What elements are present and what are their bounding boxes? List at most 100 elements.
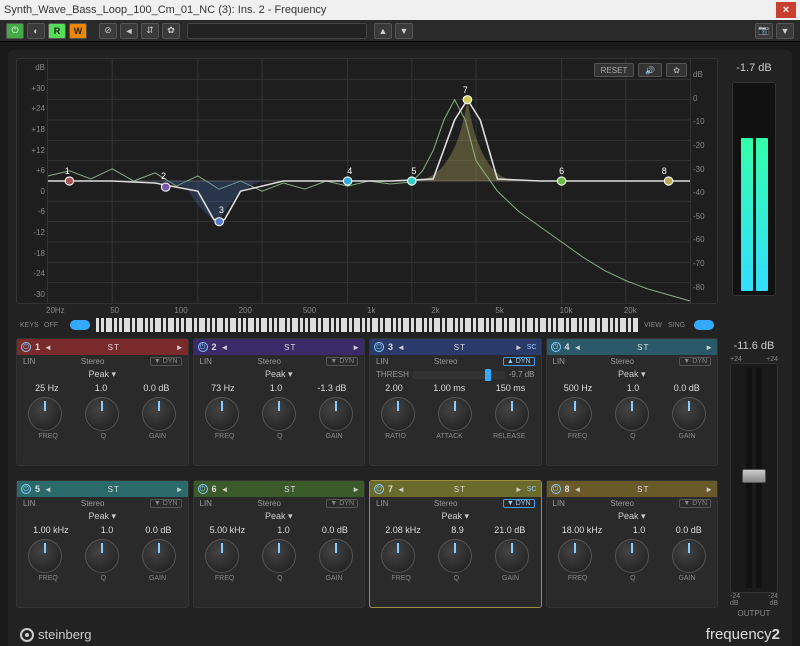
band-7-power[interactable]: ⏻ bbox=[374, 484, 384, 494]
band-3-attack-knob[interactable] bbox=[438, 397, 472, 431]
node-1-label: 1 bbox=[65, 166, 70, 176]
band-8: ⏻8◄ST► LINStereo▼ DYN Peak ▾ 18.00 kHz1.… bbox=[546, 480, 719, 608]
reset-button[interactable]: RESET bbox=[594, 63, 635, 77]
band-6-q-knob[interactable] bbox=[262, 539, 296, 573]
band-3-dyn[interactable]: ▲ DYN bbox=[503, 357, 535, 366]
load-preset-button[interactable]: ⇵ bbox=[141, 23, 159, 39]
band-7-q-knob[interactable] bbox=[438, 539, 472, 573]
band-8-dyn[interactable]: ▼ DYN bbox=[679, 499, 711, 508]
band-1-lin[interactable]: LIN bbox=[23, 357, 35, 366]
meter-readout: -1.7 dB bbox=[736, 58, 771, 78]
preset-name-field[interactable] bbox=[187, 23, 367, 39]
gear-icon[interactable]: ✿ bbox=[666, 63, 687, 77]
band-5: ⏻5◄ST► LINStereo▼ DYN Peak ▾ 1.00 kHz1.0… bbox=[16, 480, 189, 608]
band-2: ⏻2◄ST► LINStereo▼ DYN Peak ▾ 73 Hz1.0-1.… bbox=[193, 338, 366, 466]
output-fader[interactable] bbox=[730, 363, 778, 593]
band-1-next[interactable]: ► bbox=[176, 343, 184, 352]
keys-toggle[interactable] bbox=[70, 320, 90, 330]
host-toolbar: ⏻ ◐ R W ⊘ ◄ ⇵ ✿ ▲ ▼ 📷 ▼ bbox=[0, 20, 800, 42]
band-3-thresh-slider[interactable] bbox=[413, 371, 505, 379]
keys-off-label: OFF bbox=[44, 322, 68, 329]
read-automation-button[interactable]: R bbox=[48, 23, 66, 39]
brand-logo: steinberg bbox=[20, 627, 91, 642]
view-sing-button[interactable]: SING bbox=[668, 322, 692, 329]
band-7-gain-knob[interactable] bbox=[495, 539, 529, 573]
node-6-label: 6 bbox=[559, 166, 564, 176]
band-4: ⏻4◄ST► LINStereo▼ DYN Peak ▾ 500 Hz1.00.… bbox=[546, 338, 719, 466]
band-8-q-knob[interactable] bbox=[615, 539, 649, 573]
output-label: OUTPUT bbox=[738, 609, 771, 618]
band-4-q-knob[interactable] bbox=[615, 397, 649, 431]
band-7-dyn[interactable]: ▼ DYN bbox=[503, 499, 535, 508]
band-2-freq-knob[interactable] bbox=[205, 397, 239, 431]
write-automation-button[interactable]: W bbox=[69, 23, 87, 39]
band-8-gain-knob[interactable] bbox=[672, 539, 706, 573]
node-4-label: 4 bbox=[347, 166, 352, 176]
close-icon[interactable]: × bbox=[776, 2, 796, 18]
band-4-power[interactable]: ⏻ bbox=[551, 342, 561, 352]
band-5-q-knob[interactable] bbox=[85, 539, 119, 573]
output-section: -11.6 dB +24+24 -24-24 dBdB OUTPUT bbox=[724, 336, 784, 618]
options-dropdown-button[interactable]: ▼ bbox=[776, 23, 794, 39]
y-axis-right: dB 0-10-20 -30-40-50 -60-70-80 bbox=[691, 59, 717, 303]
band-5-dyn[interactable]: ▼ DYN bbox=[150, 499, 182, 508]
band-4-freq-knob[interactable] bbox=[558, 397, 592, 431]
band-1-power[interactable]: ⏻ bbox=[21, 342, 31, 352]
eq-graph[interactable]: dB +30+24+18 +12+60 -6-12-18 -24-30 bbox=[16, 58, 718, 304]
ab-compare-button[interactable]: ⊘ bbox=[99, 23, 117, 39]
band-4-dyn[interactable]: ▼ DYN bbox=[679, 357, 711, 366]
band-1-prev[interactable]: ◄ bbox=[44, 343, 52, 352]
band-7: ⏻7◄ST►SC LINStereo▼ DYN Peak ▾ 2.08 kHz8… bbox=[369, 480, 542, 608]
band-8-freq-knob[interactable] bbox=[558, 539, 592, 573]
node-5-label: 5 bbox=[411, 166, 416, 176]
band-1-dyn[interactable]: ▼ DYN bbox=[150, 357, 182, 366]
eq-canvas[interactable]: 1 2 3 4 5 6 7 8 bbox=[47, 59, 691, 303]
band-1: ⏻1◄ST► LINStereo▼ DYN Peak ▾ 25 Hz1.00.0… bbox=[16, 338, 189, 466]
fader-handle[interactable] bbox=[742, 469, 766, 483]
band-2-q-knob[interactable] bbox=[262, 397, 296, 431]
node-3-label: 3 bbox=[219, 205, 224, 215]
settings-menu-button[interactable]: ✿ bbox=[162, 23, 180, 39]
output-meter bbox=[732, 82, 776, 296]
band-6: ⏻6◄ST► LINStereo▼ DYN Peak ▾ 5.00 kHz1.0… bbox=[193, 480, 366, 608]
band-2-dyn[interactable]: ▼ DYN bbox=[326, 357, 358, 366]
y-axis-left: dB +30+24+18 +12+60 -6-12-18 -24-30 bbox=[17, 59, 47, 303]
band-8-power[interactable]: ⏻ bbox=[551, 484, 561, 494]
band-7-freq-knob[interactable] bbox=[381, 539, 415, 573]
band-6-power[interactable]: ⏻ bbox=[198, 484, 208, 494]
band-2-gain-knob[interactable] bbox=[319, 397, 353, 431]
node-2-label: 2 bbox=[161, 171, 166, 181]
bypass-button[interactable]: ◐ bbox=[27, 23, 45, 39]
band-3-power[interactable]: ⏻ bbox=[374, 342, 384, 352]
band-5-power[interactable]: ⏻ bbox=[21, 484, 31, 494]
window-title: Synth_Wave_Bass_Loop_100_Cm_01_NC (3): I… bbox=[4, 4, 776, 16]
band-4-gain-knob[interactable] bbox=[672, 397, 706, 431]
preset-down-button[interactable]: ▼ bbox=[395, 23, 413, 39]
band-2-power[interactable]: ⏻ bbox=[198, 342, 208, 352]
band-1-freq-knob[interactable] bbox=[28, 397, 62, 431]
preset-up-button[interactable]: ▲ bbox=[374, 23, 392, 39]
view-toggle[interactable] bbox=[694, 320, 714, 330]
band-3-release-knob[interactable] bbox=[495, 397, 529, 431]
band-5-gain-knob[interactable] bbox=[142, 539, 176, 573]
logo-icon bbox=[20, 628, 34, 642]
band-5-freq-knob[interactable] bbox=[28, 539, 62, 573]
piano-keyboard[interactable] bbox=[96, 318, 638, 332]
node-7-label: 7 bbox=[463, 85, 468, 95]
speaker-icon[interactable]: 🔊 bbox=[638, 63, 662, 77]
band-1-type[interactable]: Peak bbox=[88, 369, 109, 379]
band-1-q-knob[interactable] bbox=[85, 397, 119, 431]
prev-preset-button[interactable]: ◄ bbox=[120, 23, 138, 39]
band-6-freq-knob[interactable] bbox=[205, 539, 239, 573]
screenshot-button[interactable]: 📷 bbox=[755, 23, 773, 39]
power-button[interactable]: ⏻ bbox=[6, 23, 24, 39]
band-6-gain-knob[interactable] bbox=[319, 539, 353, 573]
bands-grid: ⏻1◄ST► LINStereo▼ DYN Peak ▾ 25 Hz1.00.0… bbox=[16, 338, 718, 618]
node-8-label: 8 bbox=[662, 166, 667, 176]
output-gain-readout[interactable]: -11.6 dB bbox=[734, 336, 775, 356]
keys-label: KEYS bbox=[20, 322, 44, 329]
band-3-ratio-knob[interactable] bbox=[381, 397, 415, 431]
band-1-gain-knob[interactable] bbox=[142, 397, 176, 431]
x-axis: 20Hz50100 2005001k 2k5k10k 20k bbox=[16, 304, 718, 316]
band-6-dyn[interactable]: ▼ DYN bbox=[326, 499, 358, 508]
